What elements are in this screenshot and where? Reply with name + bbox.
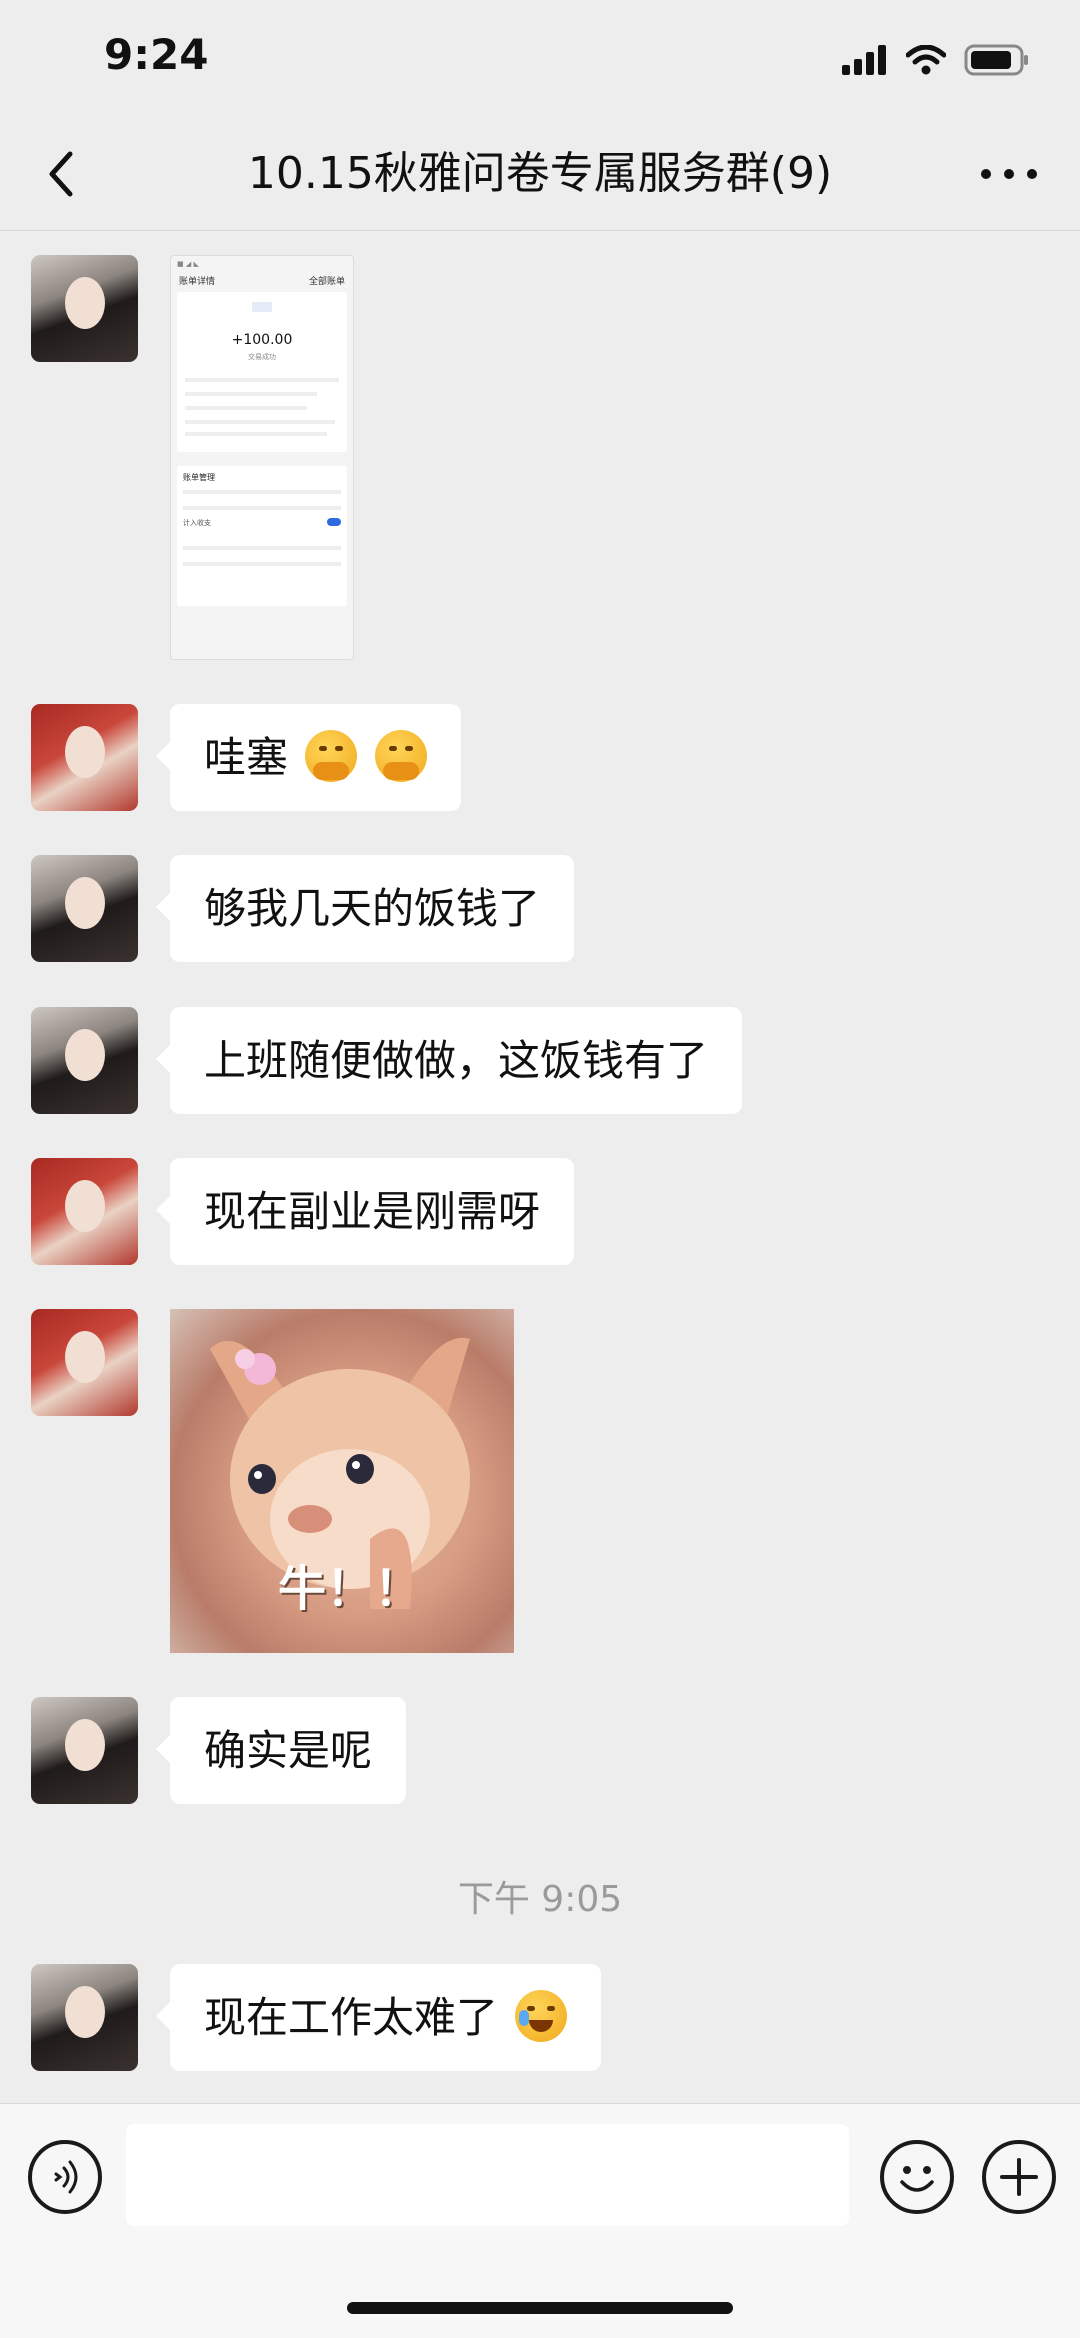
avatar[interactable] bbox=[31, 704, 138, 811]
receipt-amount: +100.00 bbox=[231, 332, 293, 348]
message-bubble[interactable]: 上班随便做做，这饭钱有了 bbox=[155, 1007, 743, 1114]
message-text: 现在副业是刚需呀 bbox=[204, 1187, 541, 1236]
message-bubble[interactable]: 现在工作太难了 bbox=[155, 1964, 602, 2071]
message-text: 够我几天的饭钱了 bbox=[204, 884, 541, 933]
receipt-manage-card: 账单管理 计入收支 bbox=[177, 466, 347, 606]
crying-laughing-emoji-icon bbox=[515, 1990, 568, 2042]
plus-icon[interactable] bbox=[982, 2140, 1056, 2214]
home-indicator bbox=[347, 2302, 733, 2314]
avatar[interactable] bbox=[31, 1309, 138, 1416]
sticker-caption: 牛！！ bbox=[278, 1561, 423, 1617]
emoji-icon[interactable] bbox=[880, 2140, 954, 2214]
receipt-toggle-label: 计入收支 bbox=[183, 519, 211, 527]
nav-bar: 10.15秋雅问卷专属服务群(9) bbox=[0, 118, 1080, 231]
status-icons bbox=[842, 40, 1030, 80]
avatar[interactable] bbox=[31, 855, 138, 962]
message-bubble[interactable]: 哇塞 bbox=[156, 704, 461, 811]
avatar[interactable] bbox=[31, 1964, 138, 2071]
receipt-header-right: 全部账单 bbox=[308, 277, 345, 287]
receipt-section: 账单管理 bbox=[183, 473, 215, 482]
message-bubble[interactable]: 确实是呢 bbox=[155, 1697, 407, 1804]
receipt-status: 交易成功 bbox=[248, 353, 276, 361]
status-bar: 9:24 bbox=[0, 0, 1080, 118]
message-text: 现在工作太难了 bbox=[204, 1993, 499, 2042]
avatar[interactable] bbox=[31, 255, 138, 362]
receipt-header-left: 账单详情 bbox=[179, 277, 216, 287]
more-dots-icon[interactable] bbox=[974, 144, 1044, 204]
time-divider: 下午 9:05 bbox=[457, 1879, 623, 1920]
voice-icon[interactable] bbox=[28, 2140, 102, 2214]
message-bubble[interactable]: 现在副业是刚需呀 bbox=[155, 1158, 575, 1265]
receipt-card: +100.00 交易成功 bbox=[177, 292, 347, 452]
message-text: 哇塞 bbox=[204, 733, 289, 782]
sticker-image[interactable]: 牛！！ bbox=[170, 1309, 514, 1653]
signal-icon bbox=[842, 45, 886, 75]
message-bubble[interactable]: 够我几天的饭钱了 bbox=[155, 855, 575, 962]
message-text: 确实是呢 bbox=[204, 1726, 373, 1775]
avatar[interactable] bbox=[31, 1697, 138, 1804]
avatar[interactable] bbox=[31, 1007, 138, 1114]
receipt-screenshot-image[interactable]: ■ ◢ ◣ 账单详情 全部账单 +100.00 交易成功 账单管理 计入收支 bbox=[170, 255, 354, 660]
hugging-face-emoji-icon bbox=[374, 730, 427, 782]
status-time: 9:24 bbox=[104, 30, 209, 79]
avatar[interactable] bbox=[31, 1158, 138, 1265]
hugging-face-emoji-icon bbox=[305, 730, 358, 782]
chat-title: 10.15秋雅问卷专属服务群(9) bbox=[247, 148, 833, 199]
battery-icon bbox=[964, 44, 1028, 76]
wifi-icon bbox=[906, 45, 946, 75]
message-text: 上班随便做做，这饭钱有了 bbox=[204, 1036, 709, 1085]
message-input[interactable] bbox=[126, 2124, 849, 2226]
